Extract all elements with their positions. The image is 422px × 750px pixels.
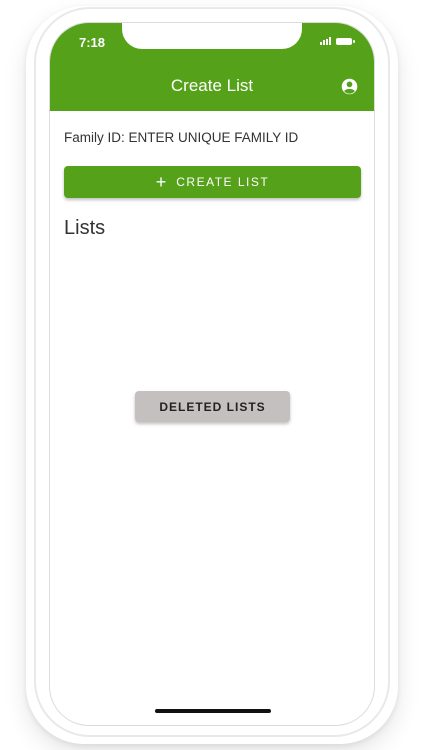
create-list-button[interactable]: + CREATE LIST: [64, 166, 361, 198]
signal-icon: [320, 37, 331, 45]
page-title: Create List: [170, 76, 254, 95]
status-icons: [320, 37, 355, 45]
battery-icon: [336, 38, 355, 45]
account-circle-icon[interactable]: [341, 78, 358, 95]
status-time: 7:18: [79, 35, 106, 50]
app-header: 7:18 Create List: [50, 23, 374, 111]
family-id-label: Family ID: ENTER UNIQUE FAMILY ID: [64, 130, 299, 145]
lists-heading: Lists: [64, 217, 106, 239]
app-screen: 7:18 Create List Family ID: ENTER UNIQUE…: [49, 22, 375, 726]
plus-icon: +: [155, 171, 167, 192]
create-list-label: CREATE LIST: [176, 175, 270, 189]
device-notch: [122, 23, 302, 49]
deleted-lists-button[interactable]: DELETED LISTS: [135, 391, 290, 422]
home-indicator[interactable]: [155, 709, 271, 713]
deleted-lists-label: DELETED LISTS: [159, 399, 266, 414]
